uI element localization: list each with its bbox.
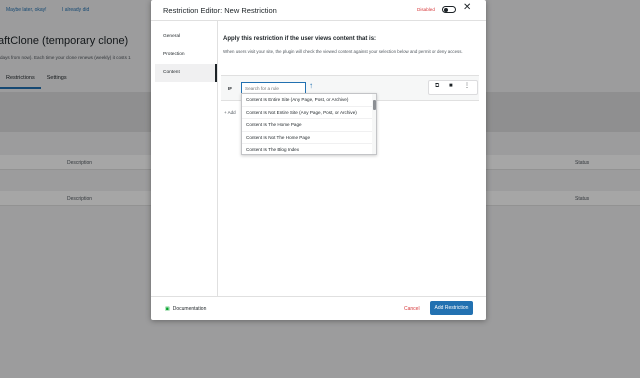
close-icon[interactable]: ✕: [463, 3, 471, 13]
enable-toggle[interactable]: [442, 6, 456, 13]
modal-sidebar: General Protection Content: [155, 28, 217, 82]
more-icon[interactable]: ⋮: [464, 83, 470, 89]
sidebar-item-protection[interactable]: Protection: [155, 46, 217, 64]
copy-icon[interactable]: ⧉: [435, 83, 439, 89]
sidebar-item-content[interactable]: Content: [155, 64, 217, 82]
book-icon: ▣: [165, 306, 170, 312]
trash-icon[interactable]: ■: [449, 83, 453, 89]
restriction-editor-modal: Restriction Editor: New Restriction Disa…: [151, 0, 486, 320]
sidebar-item-general[interactable]: General: [155, 28, 217, 46]
arrow-up-icon[interactable]: ↑: [309, 81, 313, 90]
add-restriction-button[interactable]: Add Restriction: [430, 301, 473, 315]
content-heading: Apply this restriction if the user views…: [223, 36, 377, 42]
modal-header: Restriction Editor: New Restriction Disa…: [151, 0, 486, 21]
documentation-label: Documentation: [172, 306, 207, 312]
dropdown-option[interactable]: Content Is The Home Page: [242, 119, 376, 132]
dropdown-option[interactable]: Content Is Not The Home Page: [242, 132, 376, 144]
dropdown-option[interactable]: Content Is Entire Site (Any Page, Post, …: [242, 94, 376, 107]
modal-footer: ▣ Documentation Cancel Add Restriction: [151, 296, 486, 321]
content-description: When users visit your site, the plugin w…: [223, 49, 463, 54]
rule-actions: ⧉ ■ ⋮: [428, 80, 478, 95]
rule-dropdown: Content Is Entire Site (Any Page, Post, …: [241, 93, 377, 155]
documentation-link[interactable]: ▣ Documentation: [165, 306, 206, 312]
if-label: IF: [228, 86, 232, 91]
modal-title: Restriction Editor: New Restriction: [163, 6, 277, 15]
add-rule-link[interactable]: + Add: [224, 110, 236, 115]
dropdown-scrollbar[interactable]: [372, 94, 376, 154]
sidebar-divider: [217, 20, 218, 296]
cancel-button[interactable]: Cancel: [404, 306, 420, 312]
dropdown-option[interactable]: Content Is Not Entire Site (Any Page, Po…: [242, 107, 376, 119]
scrollbar-thumb[interactable]: [372, 100, 376, 110]
status-label: Disabled: [417, 7, 435, 12]
dropdown-option[interactable]: Content Is The Blog Index: [242, 144, 376, 154]
